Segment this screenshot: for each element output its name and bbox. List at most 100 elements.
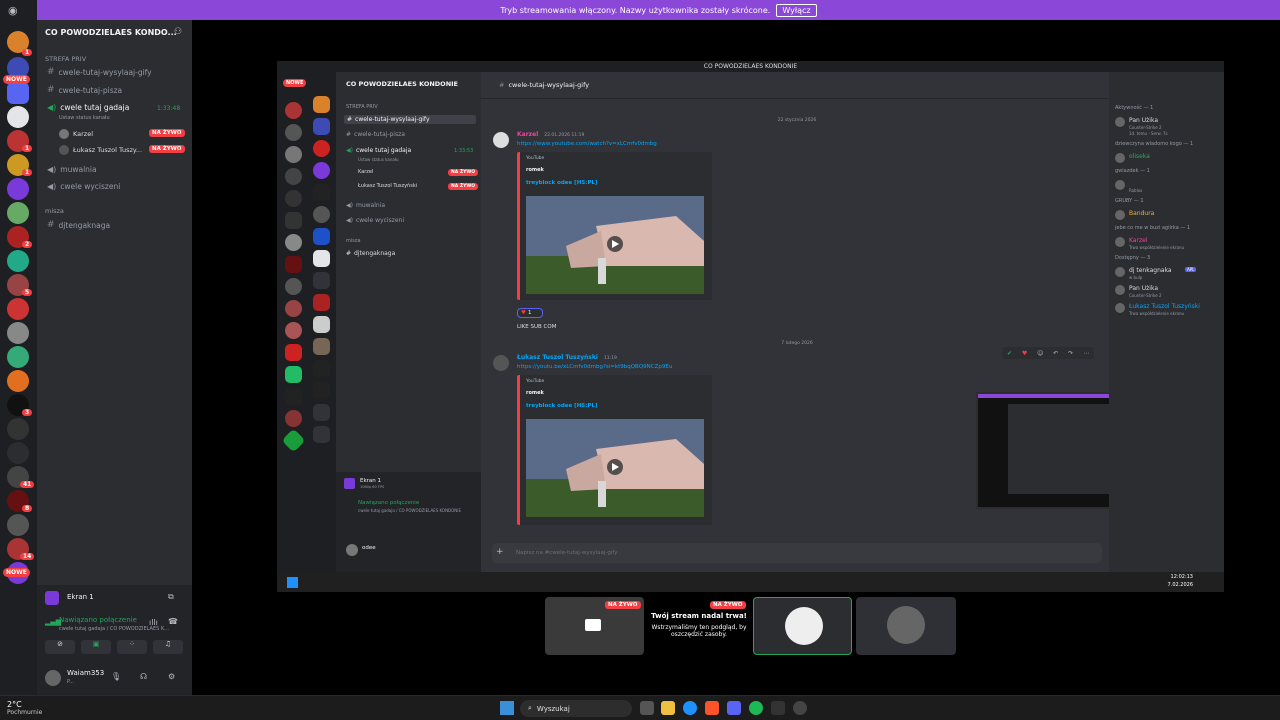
server-icon[interactable] (313, 382, 330, 399)
server-icon[interactable] (7, 202, 29, 224)
server-icon[interactable] (285, 256, 302, 273)
voice-channel-active[interactable]: ◀) cwele tutaj gadaja (47, 103, 129, 112)
member-avatar[interactable] (1115, 303, 1125, 313)
category-label[interactable]: STREFA PRIV (45, 55, 86, 63)
text-channel[interactable]: # djtengaknaga (346, 250, 395, 257)
member-avatar[interactable] (1115, 117, 1125, 127)
member-avatar[interactable] (1115, 153, 1125, 163)
text-channel[interactable]: # cwele-tutaj-pisza (346, 131, 405, 138)
more-icon[interactable]: ⋯ (1083, 350, 1089, 357)
embed-channel[interactable]: romek (526, 390, 544, 396)
category-label[interactable]: misza (45, 207, 64, 215)
add-member-icon[interactable]: ⚇ (174, 27, 182, 37)
popout-icon[interactable]: ⧉ (168, 592, 174, 602)
server-icon[interactable] (7, 106, 29, 128)
server-icon[interactable] (7, 514, 29, 536)
message-link[interactable]: https://www.youtube.com/watch?v=xLCmfv0d… (517, 141, 657, 147)
category-label[interactable]: misza (346, 238, 361, 244)
member-name[interactable]: Karzel (1129, 237, 1147, 244)
participant-tile[interactable] (753, 597, 852, 655)
weather-temp[interactable]: 2°C (7, 700, 22, 709)
activities-button[interactable]: ⁘ (117, 640, 147, 654)
connection-status[interactable]: Nawiązano połączenie (59, 616, 137, 624)
file-explorer-icon[interactable] (661, 701, 675, 715)
server-icon[interactable] (285, 388, 302, 405)
member-name[interactable]: Pan Użika (1129, 117, 1158, 124)
server-icon[interactable] (285, 124, 302, 141)
member-avatar[interactable] (1115, 285, 1125, 295)
soundboard-button[interactable]: ♫ (153, 640, 183, 654)
server-icon[interactable] (7, 346, 29, 368)
spotify-icon[interactable] (749, 701, 763, 715)
server-icon[interactable] (313, 404, 330, 421)
embed-channel[interactable]: romek (526, 167, 544, 173)
server-icon[interactable] (281, 428, 306, 453)
server-icon[interactable] (313, 338, 330, 355)
check-icon[interactable]: ✔ (1007, 350, 1012, 357)
server-icon[interactable] (285, 278, 302, 295)
message-link[interactable]: https://youtu.be/xLCmfv0dmbg?si=kt9bqQBQ… (517, 364, 672, 370)
discord-icon[interactable] (727, 701, 741, 715)
message-avatar[interactable] (493, 132, 509, 148)
user-avatar[interactable] (45, 670, 61, 686)
user-avatar[interactable] (346, 544, 358, 556)
member-name[interactable]: Bandura (1129, 210, 1154, 217)
server-icon[interactable] (7, 82, 29, 104)
server-icon[interactable] (285, 146, 302, 163)
server-icon[interactable] (285, 300, 302, 317)
voice-user-name[interactable]: Łukasz Tuszol Tuszyński (358, 183, 417, 189)
member-avatar[interactable] (1115, 237, 1125, 247)
edge-icon[interactable] (683, 701, 697, 715)
reaction-heart[interactable]: ♥ 1 (517, 308, 543, 318)
headphones-icon[interactable]: ☊ (140, 672, 147, 681)
app-icon[interactable] (793, 701, 807, 715)
server-icon[interactable] (7, 442, 29, 464)
server-icon[interactable] (313, 250, 330, 267)
server-icon[interactable] (313, 184, 330, 201)
screen-share-button[interactable]: ▣ (81, 640, 111, 654)
voice-user-name[interactable]: Karzel (358, 169, 373, 175)
server-icon[interactable] (7, 322, 29, 344)
voice-channel[interactable]: ◀) muwalnia (47, 165, 97, 174)
text-channel-active[interactable]: # cwele-tutaj-wysylaaj-gify (344, 115, 476, 124)
app-icon[interactable] (771, 701, 785, 715)
video-thumbnail[interactable] (526, 419, 704, 517)
taskbar-search[interactable]: ⌕ Wyszukaj (520, 700, 632, 717)
windows-start-icon[interactable] (500, 701, 514, 715)
server-icon[interactable] (313, 360, 330, 377)
server-icon[interactable] (285, 366, 302, 383)
message-avatar[interactable] (493, 355, 509, 371)
server-icon[interactable] (313, 294, 330, 311)
task-view-icon[interactable] (640, 701, 654, 715)
server-icon[interactable] (313, 228, 330, 245)
heart-icon[interactable]: ♥ (1022, 350, 1027, 357)
disconnect-icon[interactable]: ☎ (168, 617, 178, 626)
settings-gear-icon[interactable]: ⚙ (168, 672, 175, 681)
camera-button[interactable]: ⊘ (45, 640, 75, 654)
member-name[interactable]: Pan Użika (1129, 285, 1158, 292)
participant-tile[interactable] (856, 597, 956, 655)
stream-video[interactable]: CO POWODZIELAES KONDONIE NOWE CO POWODZI… (277, 61, 1224, 592)
voice-user[interactable]: Karzel (59, 129, 93, 139)
emoji-icon[interactable]: ☺ (1037, 350, 1043, 357)
server-icon[interactable] (7, 418, 29, 440)
member-name[interactable]: oliseka (1129, 153, 1150, 160)
server-icon[interactable] (313, 206, 330, 223)
server-icon[interactable] (313, 118, 330, 135)
member-avatar[interactable] (1115, 180, 1125, 190)
voice-channel[interactable]: ◀) muwalnia (346, 202, 385, 209)
voice-channel[interactable]: ◀) cwele wyciszeni (47, 182, 120, 191)
member-avatar[interactable] (1115, 267, 1125, 277)
server-icon[interactable] (285, 212, 302, 229)
embed-title[interactable]: treyblock odee [HS:PL] (526, 180, 598, 186)
text-channel[interactable]: # cwele-tutaj-wysylaaj-gify (47, 67, 152, 77)
voice-channel-active[interactable]: ◀) cwele tutaj gadaja (346, 147, 411, 154)
server-icon[interactable] (313, 162, 330, 179)
disable-streamer-mode-button[interactable]: Wyłącz (776, 3, 817, 17)
embed-title[interactable]: treyblock odee [HS:PL] (526, 403, 598, 409)
server-icon[interactable] (313, 316, 330, 333)
server-icon[interactable] (7, 178, 29, 200)
server-icon[interactable] (313, 96, 330, 113)
add-attachment-icon[interactable]: + (496, 547, 504, 557)
server-icon[interactable] (285, 410, 302, 427)
